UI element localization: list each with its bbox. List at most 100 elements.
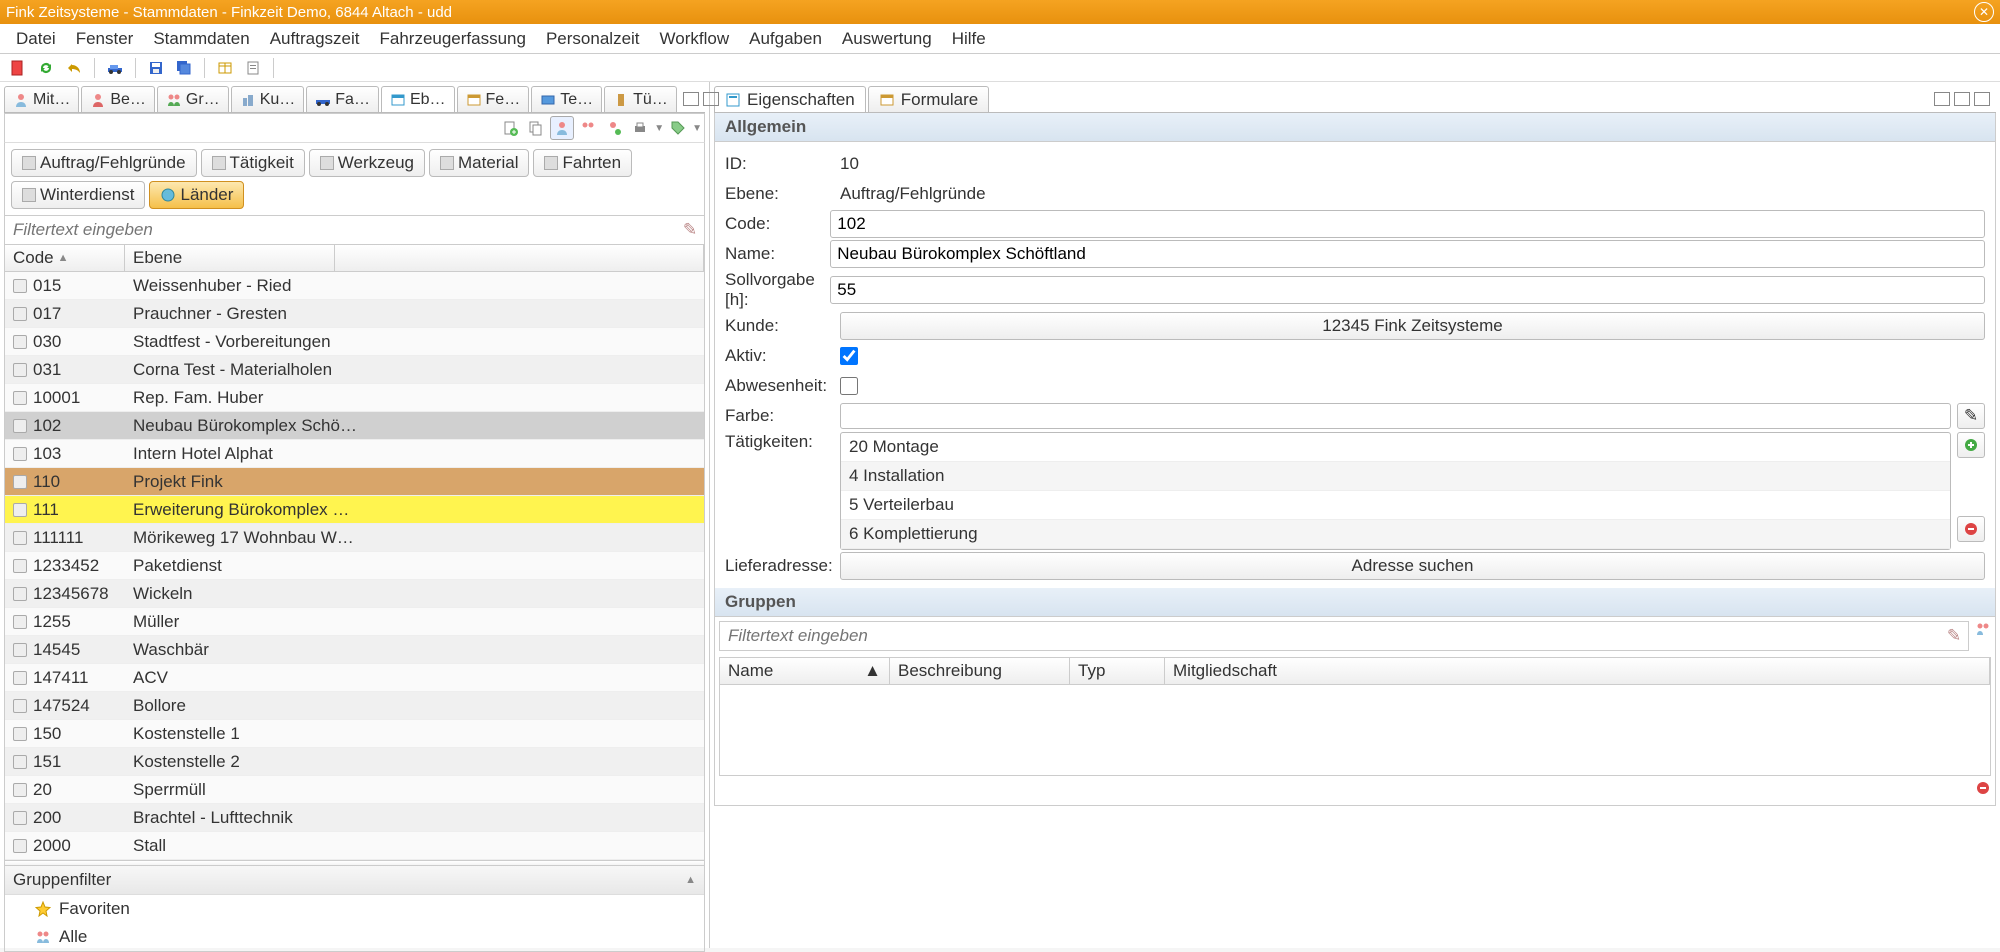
tab-fe[interactable]: Fe… [457, 86, 530, 112]
filter-werkzeug[interactable]: Werkzeug [309, 149, 425, 177]
menu-fahrzeugerfassung[interactable]: Fahrzeugerfassung [369, 24, 535, 54]
copy-icon[interactable] [524, 116, 548, 140]
header-ebene[interactable]: Ebene [125, 245, 335, 271]
menu-auftragszeit[interactable]: Auftragszeit [260, 24, 370, 54]
list-item[interactable]: 4 Installation [841, 462, 1950, 491]
toolbar-car-icon[interactable] [103, 57, 127, 79]
gth-mitgliedschaft[interactable]: Mitgliedschaft [1165, 658, 1990, 684]
table-row[interactable]: 12345678Wickeln [5, 580, 704, 608]
edit-filter-icon[interactable]: ✎ [1940, 622, 1968, 650]
group-icon[interactable] [576, 116, 600, 140]
gth-typ[interactable]: Typ [1070, 658, 1165, 684]
tab-formulare[interactable]: Formulare [868, 86, 989, 112]
menu-workflow[interactable]: Workflow [650, 24, 740, 54]
toolbar-save-icon[interactable] [144, 57, 168, 79]
input-name[interactable] [830, 240, 1985, 268]
table-row[interactable]: 1233452Paketdienst [5, 552, 704, 580]
checkbox-abwesenheit[interactable] [840, 377, 858, 395]
tab-gr[interactable]: Gr… [157, 86, 229, 112]
table-row[interactable]: 150Kostenstelle 1 [5, 720, 704, 748]
filter-material[interactable]: Material [429, 149, 529, 177]
pane-minimize-icon[interactable] [1934, 92, 1950, 106]
table-row[interactable]: 103Intern Hotel Alphat [5, 440, 704, 468]
gruppen-filter-input[interactable] [720, 622, 1940, 650]
button-lieferadresse[interactable]: Adresse suchen [840, 552, 1985, 580]
table-row[interactable]: 20Sperrmüll [5, 776, 704, 804]
gruppenfilter-header[interactable]: Gruppenfilter▲ [5, 866, 704, 895]
filter-fahrten[interactable]: Fahrten [533, 149, 632, 177]
list-item[interactable]: 20 Montage [841, 433, 1950, 462]
list-item[interactable]: 6 Komplettierung [841, 520, 1950, 549]
input-code[interactable] [830, 210, 1985, 238]
add-group-icon[interactable] [1975, 621, 1991, 651]
table-row[interactable]: 017Prauchner - Gresten [5, 300, 704, 328]
menu-auswertung[interactable]: Auswertung [832, 24, 942, 54]
toolbar-undo-icon[interactable] [62, 57, 86, 79]
filter-taetigkeit[interactable]: Tätigkeit [201, 149, 305, 177]
input-sollvorgabe[interactable] [830, 276, 1985, 304]
toolbar-saveall-icon[interactable] [172, 57, 196, 79]
tag-icon[interactable] [666, 116, 690, 140]
tab-fa[interactable]: Fa… [306, 86, 379, 112]
filter-input[interactable] [5, 216, 676, 244]
tab-be[interactable]: Be… [81, 86, 155, 112]
color-box[interactable] [840, 403, 1951, 429]
menu-personalzeit[interactable]: Personalzeit [536, 24, 650, 54]
table-row[interactable]: 14545Waschbär [5, 636, 704, 664]
table-row[interactable]: 030Stadtfest - Vorbereitungen [5, 328, 704, 356]
menu-fenster[interactable]: Fenster [66, 24, 144, 54]
menu-hilfe[interactable]: Hilfe [942, 24, 996, 54]
filter-winterdienst[interactable]: Winterdienst [11, 181, 145, 209]
user-icon[interactable] [550, 116, 574, 140]
gf-alle[interactable]: Alle [5, 923, 704, 951]
tab-te[interactable]: Te… [531, 86, 602, 112]
table-row[interactable]: 147411ACV [5, 664, 704, 692]
toolbar-table-icon[interactable] [213, 57, 237, 79]
pane-restore-icon[interactable] [1954, 92, 1970, 106]
table-row[interactable]: 200Brachtel - Lufttechnik [5, 804, 704, 832]
header-code[interactable]: Code▲ [5, 245, 125, 271]
toolbar-pdf-icon[interactable] [6, 57, 30, 79]
window-close-button[interactable]: ✕ [1974, 2, 1994, 22]
table-row[interactable]: 102Neubau Bürokomplex Schö… [5, 412, 704, 440]
checkbox-aktiv[interactable] [840, 347, 858, 365]
table-row[interactable]: 147524Bollore [5, 692, 704, 720]
listbox-taetigkeiten[interactable]: 20 Montage 4 Installation 5 Verteilerbau… [840, 432, 1951, 550]
gth-name[interactable]: Name▲ [720, 658, 890, 684]
table-row[interactable]: 111Erweiterung Bürokomplex … [5, 496, 704, 524]
table-row[interactable]: 015Weissenhuber - Ried [5, 272, 704, 300]
toolbar-report-icon[interactable] [241, 57, 265, 79]
filter-laender[interactable]: Länder [149, 181, 244, 209]
add-user-icon[interactable] [602, 116, 626, 140]
edit-color-icon[interactable]: ✎ [1957, 403, 1985, 429]
list-item[interactable]: 5 Verteilerbau [841, 491, 1950, 520]
table-row[interactable]: 1255Müller [5, 608, 704, 636]
menu-stammdaten[interactable]: Stammdaten [143, 24, 259, 54]
tab-eigenschaften[interactable]: Eigenschaften [714, 86, 866, 112]
table-row[interactable]: 031Corna Test - Materialholen [5, 356, 704, 384]
new-icon[interactable] [498, 116, 522, 140]
gf-favoriten[interactable]: Favoriten [5, 895, 704, 923]
pane-maximize-icon[interactable] [703, 92, 719, 106]
menu-aufgaben[interactable]: Aufgaben [739, 24, 832, 54]
button-kunde[interactable]: 12345 Fink Zeitsysteme [840, 312, 1985, 340]
remove-item-icon[interactable] [1957, 516, 1985, 542]
table-row[interactable]: 151Kostenstelle 2 [5, 748, 704, 776]
tab-tu[interactable]: Tü… [604, 86, 677, 112]
toolbar-refresh-icon[interactable] [34, 57, 58, 79]
print-icon[interactable] [628, 116, 652, 140]
table-row[interactable]: 2000Stall [5, 832, 704, 860]
pane-maximize-icon[interactable] [1974, 92, 1990, 106]
pane-minimize-icon[interactable] [683, 92, 699, 106]
table-row[interactable]: 10001Rep. Fam. Huber [5, 384, 704, 412]
remove-group-icon[interactable] [1975, 780, 1991, 801]
add-item-icon[interactable] [1957, 432, 1985, 458]
table-row[interactable]: 110Projekt Fink [5, 468, 704, 496]
tab-ku[interactable]: Ku… [231, 86, 305, 112]
table-row[interactable]: 111111Mörikeweg 17 Wohnbau W… [5, 524, 704, 552]
menu-datei[interactable]: Datei [6, 24, 66, 54]
edit-filter-icon[interactable]: ✎ [676, 216, 704, 244]
tab-mit[interactable]: Mit… [4, 86, 79, 112]
filter-auftrag[interactable]: Auftrag/Fehlgründe [11, 149, 197, 177]
tab-eb[interactable]: Eb… [381, 86, 455, 112]
